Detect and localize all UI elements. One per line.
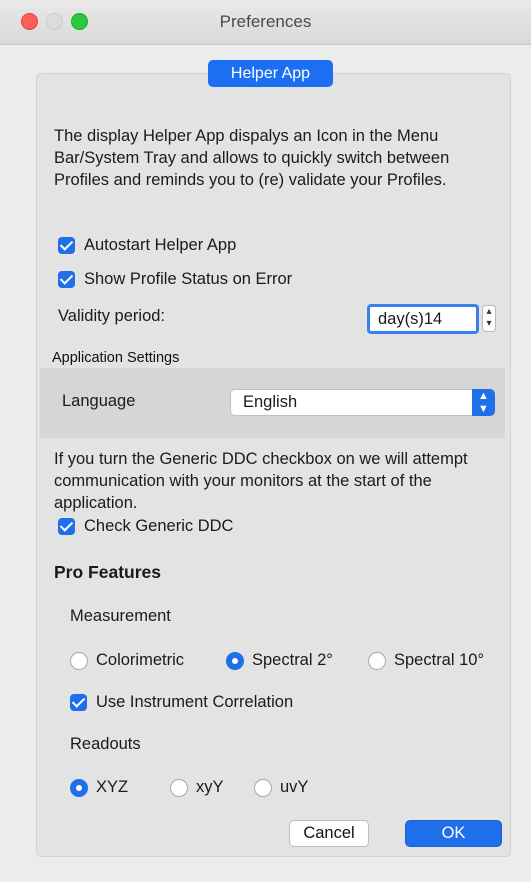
radio-colorimetric[interactable] xyxy=(70,651,88,670)
autostart-checkbox-row[interactable]: Autostart Helper App xyxy=(58,236,236,255)
validity-period-field[interactable]: day(s)14 xyxy=(367,304,479,334)
generic-ddc-checkbox-row[interactable]: Check Generic DDC xyxy=(58,517,233,536)
pro-features-title: Pro Features xyxy=(54,562,161,582)
radio-colorimetric-label: Colorimetric xyxy=(96,651,185,669)
measurement-option-spectral-2[interactable]: Spectral 2° xyxy=(226,651,333,670)
autostart-checkbox[interactable] xyxy=(58,237,75,254)
validity-label: Validity period: xyxy=(58,307,166,325)
ddc-description: If you turn the Generic DDC checkbox on … xyxy=(54,450,468,512)
application-settings-heading: Application Settings xyxy=(52,350,180,366)
helper-description: The display Helper App dispalys an Icon … xyxy=(54,127,450,189)
measurement-option-colorimetric[interactable]: Colorimetric xyxy=(70,651,184,670)
generic-ddc-checkbox[interactable] xyxy=(58,518,75,535)
measurement-option-spectral-10[interactable]: Spectral 10° xyxy=(368,651,484,670)
window-title: Preferences xyxy=(219,12,312,31)
language-label: Language xyxy=(62,392,136,410)
language-select[interactable]: English xyxy=(230,389,495,416)
validity-stepper[interactable]: ▴ ▾ xyxy=(482,305,496,332)
radio-spectral-10[interactable] xyxy=(368,651,386,670)
instrument-correlation-label: Use Instrument Correlation xyxy=(96,693,294,711)
show-status-checkbox[interactable] xyxy=(58,271,75,288)
radio-xyz[interactable] xyxy=(70,778,88,797)
radio-spectral-10-label: Spectral 10° xyxy=(394,651,485,669)
show-status-label: Show Profile Status on Error xyxy=(84,270,293,288)
tab-helper-app[interactable]: Helper App xyxy=(208,60,333,87)
readout-option-xyz[interactable]: XYZ xyxy=(70,778,128,797)
radio-xyy-label: xyY xyxy=(196,778,224,796)
stepper-down-icon[interactable]: ▾ xyxy=(483,318,495,330)
measurement-label: Measurement xyxy=(70,607,171,625)
instrument-correlation-checkbox[interactable] xyxy=(70,694,87,711)
generic-ddc-label: Check Generic DDC xyxy=(84,517,234,535)
radio-xyz-label: XYZ xyxy=(96,778,129,796)
radio-spectral-2[interactable] xyxy=(226,651,244,670)
preferences-window: Preferences Helper App The display Helpe… xyxy=(0,0,531,882)
readout-option-xyy[interactable]: xyY xyxy=(170,778,224,797)
radio-uvy-label: uvY xyxy=(280,778,309,796)
readouts-label: Readouts xyxy=(70,735,141,753)
ok-button[interactable]: OK xyxy=(405,820,502,847)
readout-option-uvy[interactable]: uvY xyxy=(254,778,308,797)
radio-uvy[interactable] xyxy=(254,778,272,797)
instrument-correlation-checkbox-row[interactable]: Use Instrument Correlation xyxy=(70,693,293,712)
show-status-checkbox-row[interactable]: Show Profile Status on Error xyxy=(58,270,292,289)
stepper-up-icon[interactable]: ▴ xyxy=(483,306,495,318)
radio-spectral-2-label: Spectral 2° xyxy=(252,651,333,669)
title-bar: Preferences xyxy=(0,0,531,45)
radio-xyy[interactable] xyxy=(170,778,188,797)
select-chevron-icon[interactable]: ▲ ▼ xyxy=(472,389,495,416)
autostart-label: Autostart Helper App xyxy=(84,236,237,254)
cancel-button[interactable]: Cancel xyxy=(289,820,369,847)
